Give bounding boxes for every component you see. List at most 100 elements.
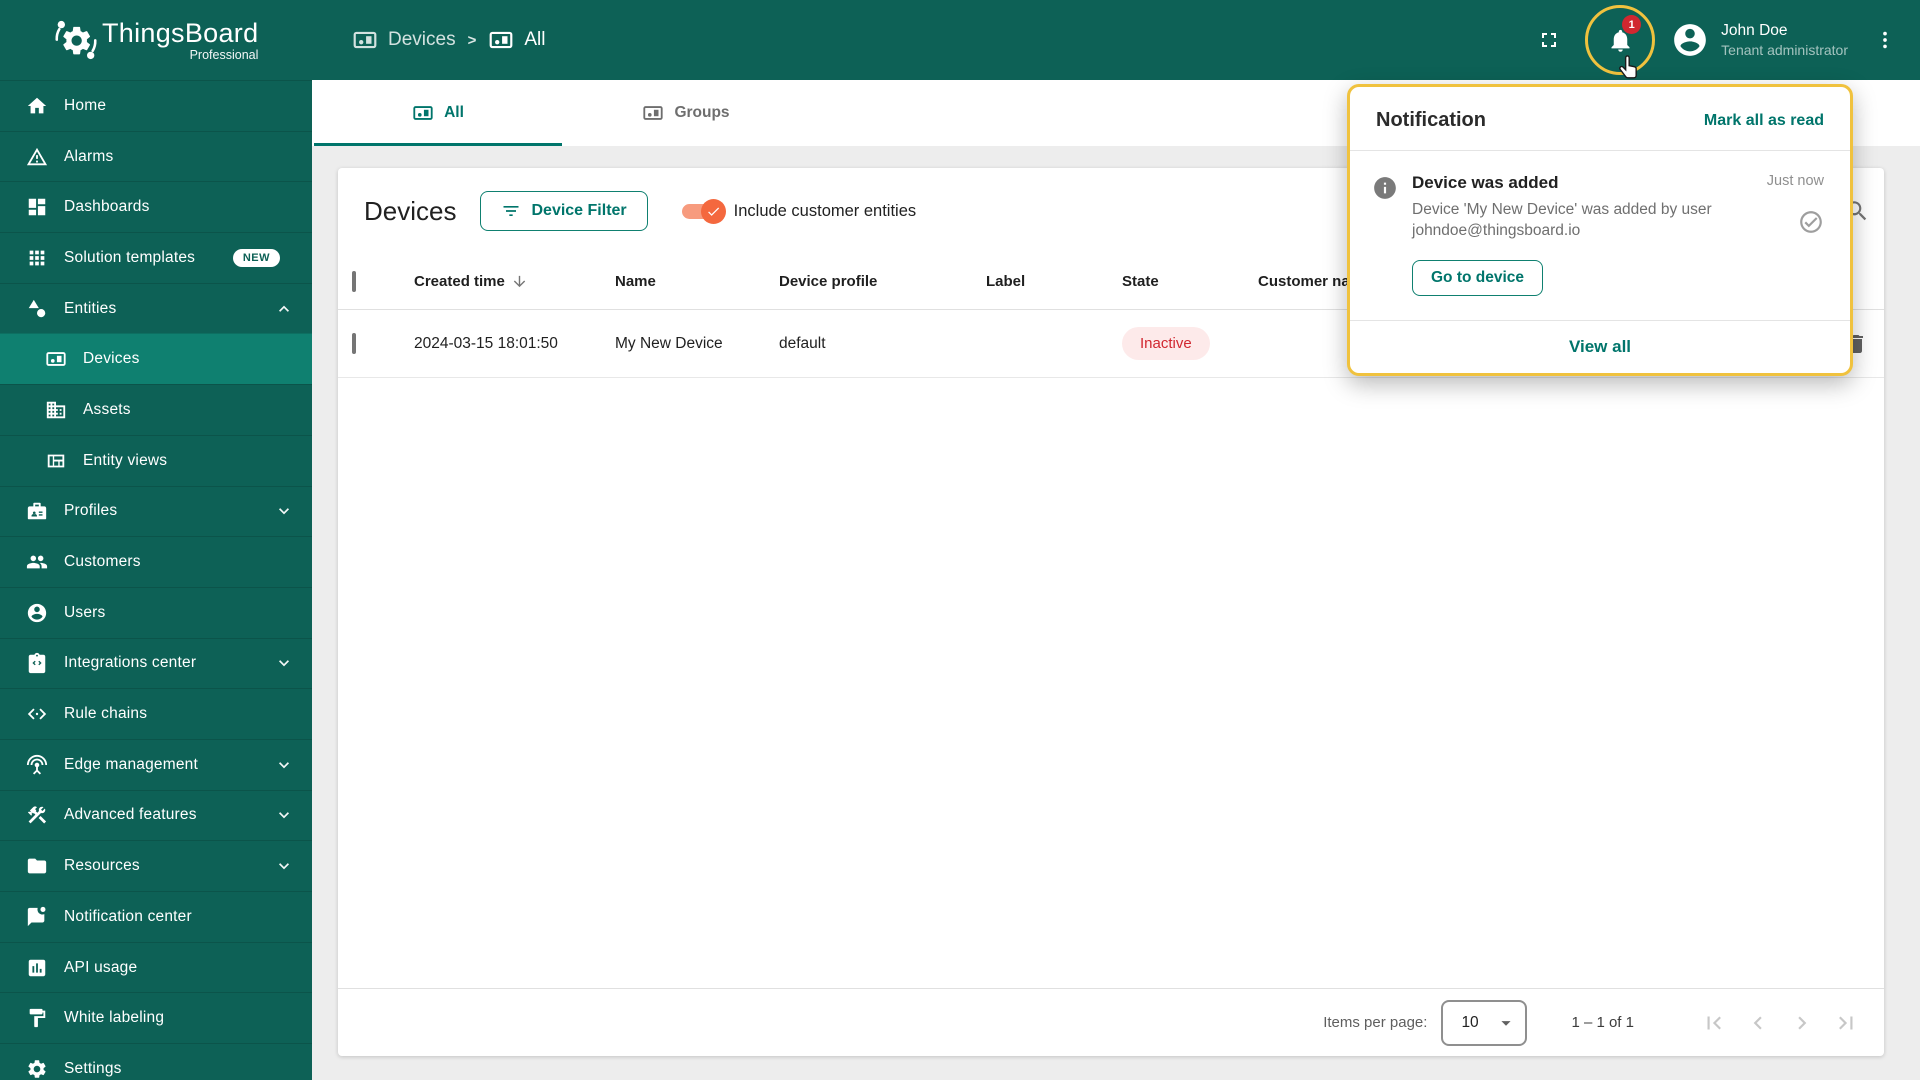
chevron-down-icon — [274, 805, 294, 825]
notification-highlight-ring: 1 — [1585, 5, 1656, 79]
sidebar-item-settings[interactable]: Settings — [0, 1043, 312, 1080]
sidebar-item-label: Users — [64, 603, 106, 621]
notification-item: Device was added Device 'My New Device' … — [1350, 151, 1850, 320]
notification-time: Just now — [1766, 173, 1824, 189]
new-badge: NEW — [232, 248, 280, 267]
notification-count-badge: 1 — [1622, 15, 1642, 34]
dashboards-icon — [26, 196, 48, 218]
tab-all[interactable]: All — [314, 80, 562, 146]
column-created-time[interactable]: Created time — [414, 273, 615, 290]
column-label: Created time — [414, 273, 505, 290]
sidebar-item-label: Resources — [64, 857, 140, 875]
mark-all-as-read-link[interactable]: Mark all as read — [1704, 112, 1824, 130]
sidebar-item-label: Entities — [64, 299, 117, 317]
sidebar-item-edge-management[interactable]: Edge management — [0, 738, 312, 790]
column-name[interactable]: Name — [615, 273, 779, 290]
sidebar-item-assets[interactable]: Assets — [0, 384, 312, 435]
sidebar-item-resources[interactable]: Resources — [0, 840, 312, 891]
sidebar-item-dashboards[interactable]: Dashboards — [0, 181, 312, 232]
sidebar-item-label: API usage — [64, 958, 138, 976]
chevron-down-icon — [274, 653, 294, 673]
sidebar-item-devices[interactable]: Devices — [0, 333, 312, 385]
cell-created-time: 2024-03-15 18:01:50 — [414, 334, 558, 352]
select-all-checkbox[interactable] — [352, 271, 356, 292]
sidebar-item-label: Rule chains — [64, 705, 148, 723]
next-page-button[interactable] — [1780, 1001, 1824, 1045]
check-circle-icon — [1798, 209, 1824, 235]
include-customer-entities-toggle[interactable]: Include customer entities — [681, 198, 916, 224]
assets-icon — [45, 399, 67, 421]
fullscreen-button[interactable] — [1537, 28, 1561, 52]
notification-message: Device 'My New Device' was added by user… — [1412, 201, 1712, 239]
user-avatar[interactable] — [1671, 21, 1709, 59]
breadcrumb-devices[interactable]: Devices — [352, 27, 456, 53]
chevron-right-icon — [1789, 1010, 1815, 1036]
sidebar-item-label: Solution templates — [64, 248, 196, 266]
device-icon — [488, 27, 514, 53]
sidebar-item-notification-center[interactable]: Notification center — [0, 891, 312, 942]
sidebar-item-alarms[interactable]: Alarms — [0, 130, 312, 182]
chevron-left-icon — [1745, 1010, 1771, 1036]
entity-views-icon — [45, 450, 67, 472]
column-device-profile[interactable]: Device profile — [779, 273, 986, 290]
users-icon — [26, 602, 48, 624]
sidebar-item-customers[interactable]: Customers — [0, 536, 312, 587]
breadcrumb-separator: > — [467, 31, 477, 49]
column-label[interactable]: Label — [986, 273, 1122, 290]
profiles-icon — [26, 500, 48, 522]
resources-icon — [26, 855, 48, 877]
sidebar-item-rule-chains[interactable]: Rule chains — [0, 688, 312, 739]
go-to-device-button[interactable]: Go to device — [1412, 259, 1544, 296]
advanced-features-icon — [26, 804, 48, 826]
mark-read-button[interactable] — [1798, 209, 1824, 235]
page-range-label: 1 – 1 of 1 — [1571, 1014, 1634, 1031]
column-state[interactable]: State — [1122, 273, 1258, 290]
white-labeling-icon — [26, 1007, 48, 1029]
tab-groups[interactable]: Groups — [562, 80, 810, 146]
sidebar-item-profiles[interactable]: Profiles — [0, 485, 312, 537]
breadcrumb-all[interactable]: All — [488, 27, 545, 53]
previous-page-button[interactable] — [1736, 1001, 1780, 1045]
page-title: Devices — [364, 195, 457, 226]
sidebar-item-entities[interactable]: Entities — [0, 282, 312, 334]
sidebar-item-label: Customers — [64, 553, 141, 571]
sidebar-item-white-labeling[interactable]: White labeling — [0, 992, 312, 1043]
sidebar-item-label: Assets — [83, 400, 131, 418]
brand-logo[interactable]: ThingsBoard Professional — [0, 0, 312, 80]
view-all-link[interactable]: View all — [1350, 321, 1850, 373]
last-page-button[interactable] — [1824, 1001, 1868, 1045]
sidebar-item-label: Profiles — [64, 502, 118, 520]
user-name: John Doe — [1721, 21, 1788, 39]
sort-descending-icon — [511, 273, 528, 290]
edge-management-icon — [26, 754, 48, 776]
breadcrumb-label: All — [524, 29, 546, 50]
sidebar-item-entity-views[interactable]: Entity views — [0, 434, 312, 486]
sidebar: ThingsBoard Professional Home Alarms Das… — [0, 0, 312, 1080]
sidebar-item-integrations-center[interactable]: Integrations center — [0, 637, 312, 689]
items-per-page-select[interactable]: 10 — [1441, 999, 1528, 1046]
home-icon — [26, 95, 48, 117]
first-page-button[interactable] — [1692, 1001, 1736, 1045]
thingsboard-logo-icon — [54, 18, 98, 62]
sidebar-item-api-usage[interactable]: API usage — [0, 941, 312, 993]
api-usage-icon — [26, 957, 48, 979]
sidebar-item-users[interactable]: Users — [0, 586, 312, 638]
toggle-track — [681, 198, 726, 224]
breadcrumb-label: Devices — [388, 29, 456, 50]
device-icon — [642, 102, 664, 124]
sidebar-item-solution-templates[interactable]: Solution templates NEW — [0, 232, 312, 283]
sidebar-item-home[interactable]: Home — [0, 80, 312, 131]
more-menu-button[interactable] — [1874, 29, 1896, 51]
brand-name: ThingsBoard — [102, 18, 259, 48]
sidebar-item-advanced-features[interactable]: Advanced features — [0, 789, 312, 841]
notification-center-icon — [26, 906, 48, 928]
chevron-up-icon — [274, 299, 294, 319]
device-filter-button[interactable]: Device Filter — [480, 191, 648, 231]
tab-label: All — [444, 104, 464, 121]
settings-icon — [26, 1058, 48, 1080]
row-checkbox[interactable] — [352, 332, 356, 354]
alarms-icon — [26, 146, 48, 168]
top-bar: Devices > All 1 John Doe Tenant administ… — [312, 0, 1920, 80]
fullscreen-icon — [1537, 28, 1561, 52]
cell-device-profile: default — [779, 334, 826, 352]
